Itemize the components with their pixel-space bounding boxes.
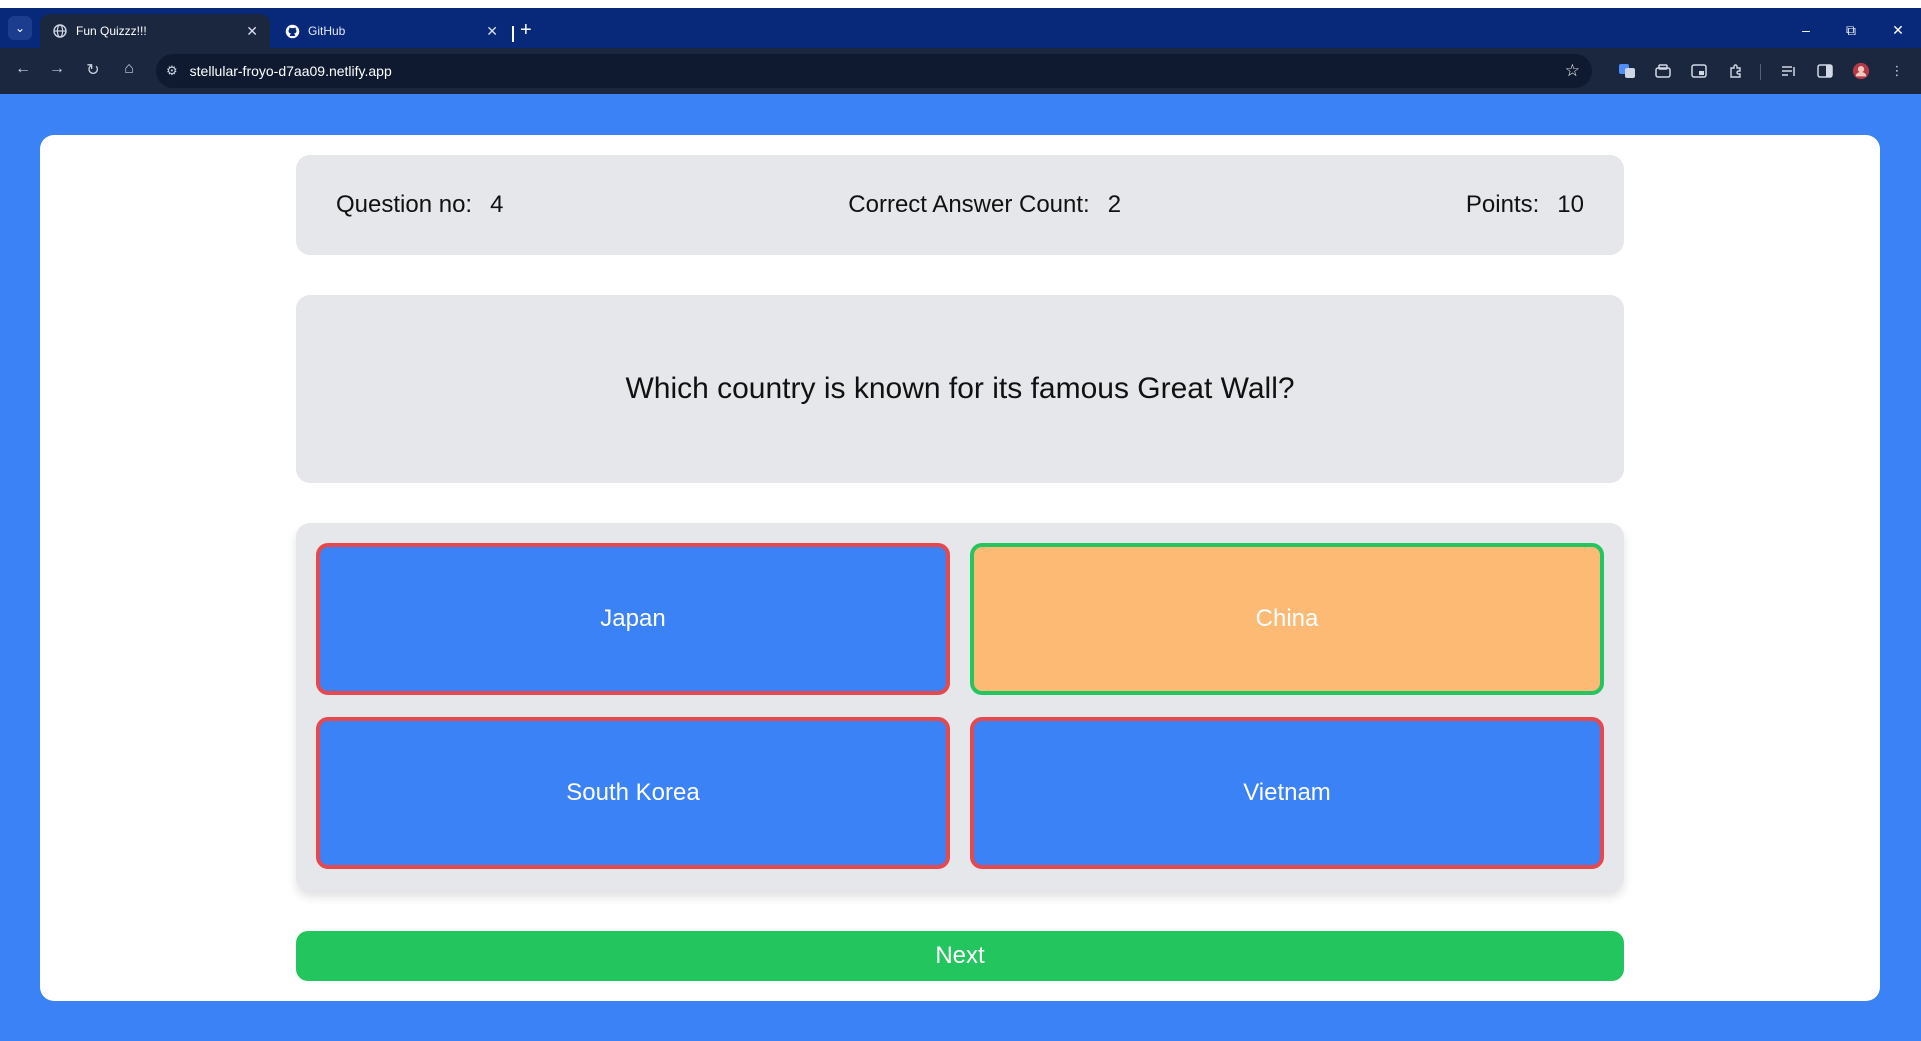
github-icon — [284, 23, 300, 39]
tab-title: Fun Quizzz!!! — [76, 24, 147, 38]
tab-divider — [512, 26, 514, 42]
points-stat: Points: 10 — [1466, 191, 1584, 219]
back-icon[interactable]: ← — [12, 60, 34, 78]
answer-option-vietnam[interactable]: Vietnam — [970, 717, 1604, 869]
restore-icon[interactable]: ⧉ — [1841, 22, 1861, 39]
close-icon[interactable]: ✕ — [486, 23, 498, 40]
minimize-icon[interactable]: – — [1796, 22, 1816, 38]
address-bar[interactable]: ⚙ stellular-froyo-d7aa09.netlify.app ☆ — [156, 54, 1592, 88]
address-url: stellular-froyo-d7aa09.netlify.app — [189, 63, 392, 79]
answer-option-japan[interactable]: Japan — [316, 543, 950, 695]
answer-label: Japan — [600, 605, 666, 632]
browser-toolbar: ← → ↻ ⌂ ⚙ stellular-froyo-d7aa09.netlify… — [0, 48, 1921, 94]
stats-bar: Question no: 4 Correct Answer Count: 2 P… — [296, 155, 1624, 255]
translate-icon[interactable] — [1618, 62, 1636, 80]
next-button[interactable]: Next — [296, 931, 1624, 981]
question-text: Which country is known for its famous Gr… — [625, 372, 1295, 405]
menu-icon[interactable]: ⋮ — [1888, 62, 1906, 80]
correct-count-value: 2 — [1107, 191, 1122, 218]
tab-title: GitHub — [308, 24, 346, 38]
close-icon[interactable]: ✕ — [246, 23, 258, 40]
forward-icon[interactable]: → — [46, 60, 68, 78]
tab-github[interactable]: GitHub ✕ — [272, 14, 510, 48]
answer-label: South Korea — [566, 779, 700, 806]
reload-icon[interactable]: ↻ — [82, 60, 104, 80]
question-number-value: 4 — [490, 191, 504, 218]
reading-list-icon[interactable] — [1780, 62, 1798, 80]
home-icon[interactable]: ⌂ — [118, 60, 140, 78]
question-number-stat: Question no: 4 — [336, 191, 503, 219]
side-panel-icon[interactable] — [1816, 62, 1834, 80]
globe-icon — [52, 23, 68, 39]
points-label: Points: — [1465, 191, 1540, 218]
new-tab-icon[interactable]: + — [520, 20, 532, 40]
extension-icon[interactable] — [1654, 62, 1672, 80]
answer-label: Vietnam — [1243, 779, 1331, 806]
cast-icon[interactable] — [1690, 62, 1708, 80]
points-value: 10 — [1557, 191, 1584, 218]
tab-fun-quiz[interactable]: Fun Quizzz!!! ✕ — [40, 14, 270, 48]
quiz-card: Question no: 4 Correct Answer Count: 2 P… — [40, 135, 1880, 1001]
answer-option-south-korea[interactable]: South Korea — [316, 717, 950, 869]
page-background: Question no: 4 Correct Answer Count: 2 P… — [0, 94, 1921, 1041]
bookmark-star-icon[interactable]: ☆ — [1565, 61, 1580, 81]
browser-tab-strip: ⌄ Fun Quizzz!!! ✕ GitHub ✕ + – ⧉ ✕ — [0, 8, 1921, 48]
correct-count-stat: Correct Answer Count: 2 — [848, 191, 1121, 219]
toolbar-divider — [1760, 64, 1761, 80]
answer-label: China — [1255, 605, 1319, 632]
answer-option-china[interactable]: China — [970, 543, 1604, 695]
screen-top-band — [0, 0, 1921, 8]
question-number-label: Question no: — [336, 191, 473, 218]
chevron-down-icon: ⌄ — [14, 21, 26, 35]
correct-count-label: Correct Answer Count: — [848, 191, 1090, 218]
avatar[interactable] — [1852, 62, 1870, 80]
site-info-icon[interactable]: ⚙ — [166, 63, 178, 79]
question-box: Which country is known for its famous Gr… — [296, 295, 1624, 483]
tab-search-button[interactable]: ⌄ — [8, 16, 32, 40]
answers-panel: Japan China South Korea Vietnam — [296, 523, 1624, 891]
puzzle-icon[interactable] — [1727, 62, 1745, 80]
close-window-icon[interactable]: ✕ — [1888, 22, 1908, 39]
